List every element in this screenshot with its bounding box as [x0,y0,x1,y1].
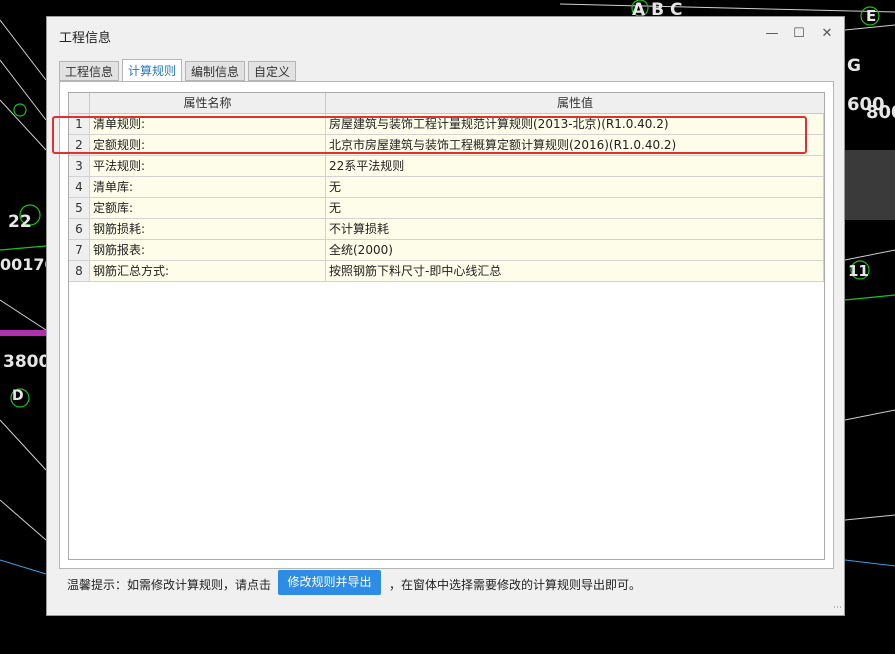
property-value[interactable]: 无 [326,177,824,198]
cad-label-e: E [866,7,877,25]
property-value[interactable]: 按照钢筋下料尺寸-即中心线汇总 [326,261,824,282]
tab-calc-rules[interactable]: 计算规则 [122,59,182,83]
row-number: 1 [69,114,90,135]
cad-label-d: D [12,388,24,404]
header-value: 属性值 [556,96,593,110]
table-row[interactable]: 6 钢筋损耗: 不计算损耗 [69,219,824,240]
dialog-title: 工程信息 [59,31,112,46]
property-grid: 属性名称 属性值 1 清单规则: 房屋建筑与装饰工程计量规范计算规则(2013-… [68,92,825,560]
row-number: 6 [69,219,90,240]
property-value[interactable]: 北京市房屋建筑与装饰工程概算定额计算规则(2016)(R1.0.40.2) [326,135,824,156]
property-value[interactable]: 22系平法规则 [326,156,824,177]
table-row[interactable]: 4 清单库: 无 [69,177,824,198]
header-corner [69,93,90,113]
minimize-icon[interactable]: — [763,25,781,43]
resize-grip-icon[interactable]: ⋯ [833,604,842,613]
property-name: 定额规则: [90,135,326,156]
property-value[interactable]: 不计算损耗 [326,219,824,240]
hint-prefix: 温馨提示：如需修改计算规则，请点击 [67,578,272,592]
cad-label-22: 22 [8,212,32,232]
property-name: 钢筋汇总方式: [90,261,326,282]
property-value[interactable]: 无 [326,198,824,219]
table-row[interactable]: 3 平法规则: 22系平法规则 [69,156,824,177]
property-value[interactable]: 全统(2000) [326,240,824,261]
project-info-dialog: 工程信息 — ☐ ✕ 工程信息 计算规则 编制信息 自定义 属性名称 属性值 1… [46,16,845,616]
row-number: 4 [69,177,90,198]
table-row[interactable]: 5 定额库: 无 [69,198,824,219]
cad-label-800: 800 [866,102,895,123]
row-number: 3 [69,156,90,177]
close-icon[interactable]: ✕ [818,25,836,43]
tab-compile-info[interactable]: 编制信息 [185,61,245,81]
maximize-icon[interactable]: ☐ [790,25,808,43]
property-name: 清单库: [90,177,326,198]
table-row[interactable]: 1 清单规则: 房屋建筑与装饰工程计量规范计算规则(2013-北京)(R1.0.… [69,114,824,135]
table-row[interactable]: 7 钢筋报表: 全统(2000) [69,240,824,261]
grid-header: 属性名称 属性值 [69,93,824,114]
cad-label-3800: 3800 [3,352,51,372]
tab-panel: 属性名称 属性值 1 清单规则: 房屋建筑与装饰工程计量规范计算规则(2013-… [59,81,834,569]
property-name: 钢筋报表: [90,240,326,261]
tab-project-info[interactable]: 工程信息 [59,61,119,81]
row-number: 2 [69,135,90,156]
property-name: 平法规则: [90,156,326,177]
table-row[interactable]: 2 定额规则: 北京市房屋建筑与装饰工程概算定额计算规则(2016)(R1.0.… [69,135,824,156]
property-value[interactable]: 房屋建筑与装饰工程计量规范计算规则(2013-北京)(R1.0.40.2) [326,114,824,135]
hint-suffix: ，在窗体中选择需要修改的计算规则导出即可。 [389,578,642,592]
cad-label-g: G [847,56,861,76]
header-name: 属性名称 [90,93,326,113]
property-name: 钢筋损耗: [90,219,326,240]
cad-label-11: 11 [848,262,869,280]
row-number: 7 [69,240,90,261]
modify-export-rules-button[interactable]: 修改规则并导出 [278,570,381,595]
property-name: 定额库: [90,198,326,219]
table-row[interactable]: 8 钢筋汇总方式: 按照钢筋下料尺寸-即中心线汇总 [69,261,824,282]
property-name: 清单规则: [90,114,326,135]
row-number: 5 [69,198,90,219]
tab-custom[interactable]: 自定义 [248,61,296,81]
row-number: 8 [69,261,90,282]
